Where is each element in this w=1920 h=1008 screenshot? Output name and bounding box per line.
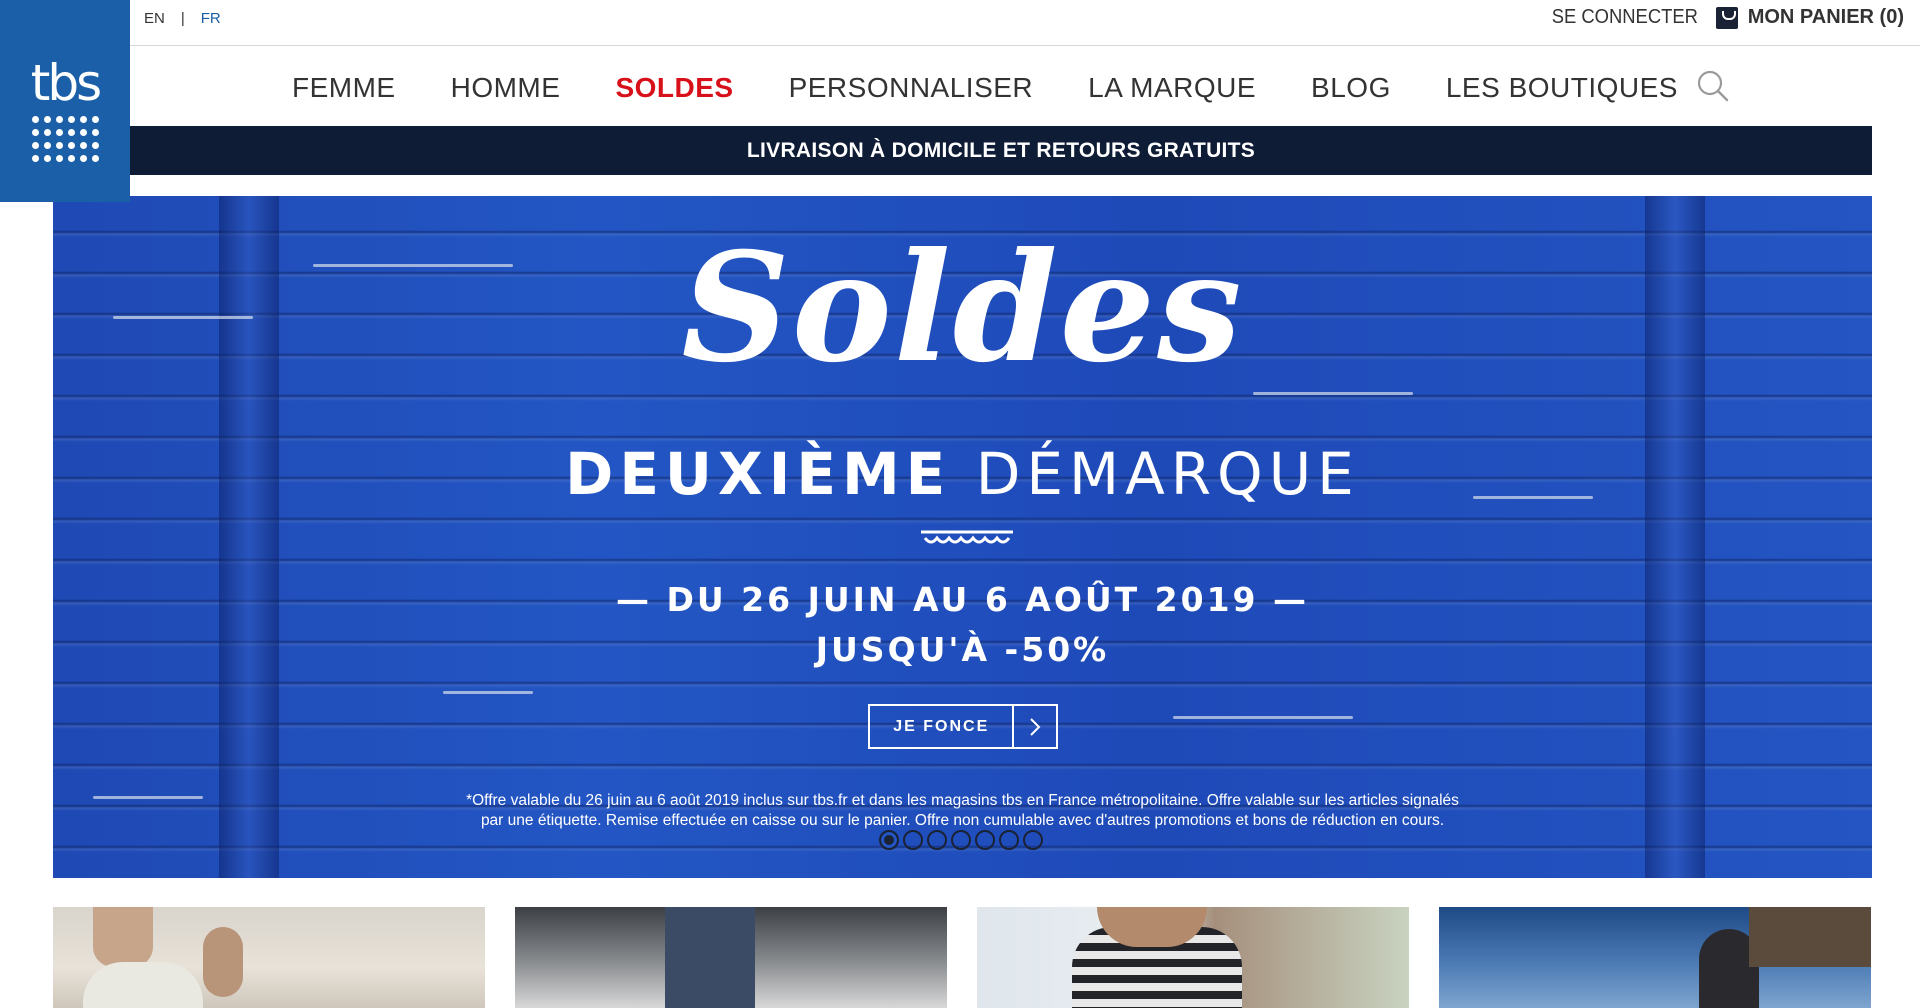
nav-item-la-marque[interactable]: LA MARQUE — [1088, 72, 1256, 104]
tbs-logo[interactable]: tbs — [0, 0, 130, 202]
slider-dots — [879, 830, 1047, 850]
cta-label: JE FONCE — [893, 717, 990, 735]
hero-banner[interactable]: Soldes DEUXIÈME DÉMARQUE — DU 26 JUIN AU… — [53, 196, 1872, 878]
search-icon[interactable] — [1697, 70, 1729, 102]
nav-item-blog[interactable]: BLOG — [1311, 72, 1391, 104]
nav-item-homme[interactable]: HOMME — [451, 72, 561, 104]
category-tile-shoes[interactable] — [53, 907, 485, 1008]
fine-print-line-2: par une étiquette. Remise effectuée en c… — [480, 812, 1445, 829]
slider-dot[interactable] — [1023, 830, 1043, 850]
logo-text: tbs — [30, 54, 102, 112]
nav-item-les-boutiques[interactable]: LES BOUTIQUES — [1446, 72, 1678, 104]
hero-discount: JUSQU'À -50% — [815, 630, 1110, 669]
lang-fr-link[interactable]: FR — [201, 10, 221, 27]
paint-chip — [443, 691, 533, 694]
nav-item-soldes[interactable]: SOLDES — [615, 72, 733, 104]
hero-subtitle-light: DÉMARQUE — [975, 440, 1360, 508]
slider-dot[interactable] — [927, 830, 947, 850]
hero-subtitle-bold: DEUXIÈME — [565, 440, 952, 508]
main-nav: FEMME HOMME SOLDES PERSONNALISER LA MARQ… — [292, 68, 1733, 108]
hero-dates: — DU 26 JUIN AU 6 AOÛT 2019 — — [615, 580, 1310, 619]
top-bar: EN | FR SE CONNECTER MON PANIER (0) — [130, 0, 1920, 46]
category-tile-jeans[interactable] — [515, 907, 947, 1008]
je-fonce-button[interactable]: JE FONCE — [868, 704, 1058, 749]
slider-dot[interactable] — [903, 830, 923, 850]
chevron-right-icon — [1012, 706, 1056, 747]
shopping-bag-icon — [1715, 6, 1738, 29]
leg-image — [203, 927, 243, 997]
nav-item-femme[interactable]: FEMME — [292, 72, 396, 104]
slider-dot[interactable] — [999, 830, 1019, 850]
shipping-banner: LIVRAISON À DOMICILE ET RETOURS GRATUITS — [130, 126, 1872, 175]
language-switcher: EN | FR — [144, 10, 221, 27]
login-link[interactable]: SE CONNECTER — [1552, 6, 1698, 29]
paint-chip — [1173, 716, 1353, 719]
rock-image — [1749, 907, 1871, 967]
logo-dots — [31, 116, 99, 162]
category-tiles — [53, 907, 1872, 1008]
hero-title: Soldes — [681, 220, 1244, 396]
lang-separator: | — [180, 10, 185, 27]
hero-subtitle: DEUXIÈME DÉMARQUE — [53, 440, 1872, 508]
category-tile-polo[interactable] — [977, 907, 1409, 1008]
wave-divider-icon — [921, 530, 1013, 544]
nav-item-personnaliser[interactable]: PERSONNALISER — [789, 72, 1034, 104]
lang-en-link[interactable]: EN — [144, 10, 165, 27]
hero-fine-print: *Offre valable du 26 juin au 6 août 2019… — [53, 791, 1872, 831]
shoe-image — [83, 962, 203, 1008]
category-tile-swimwear[interactable] — [1439, 907, 1871, 1008]
leg-image — [93, 907, 153, 967]
cart-label: MON PANIER (0) — [1747, 6, 1904, 28]
cart-link[interactable]: MON PANIER (0) — [1715, 6, 1904, 29]
jeans-image — [665, 907, 755, 1008]
fine-print-line-1: *Offre valable du 26 juin au 6 août 2019… — [466, 792, 1459, 809]
slider-dot[interactable] — [879, 830, 899, 850]
slider-dot[interactable] — [975, 830, 995, 850]
slider-dot[interactable] — [951, 830, 971, 850]
